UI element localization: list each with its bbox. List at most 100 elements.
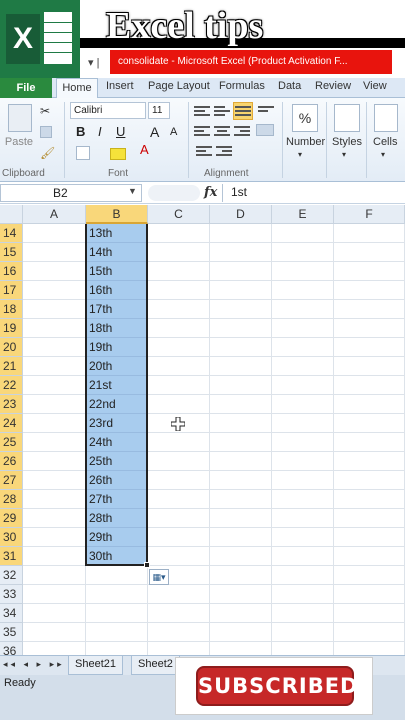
insert-function-button[interactable]: fx [204,185,217,200]
cell[interactable] [210,414,272,433]
cell[interactable] [272,376,334,395]
cell[interactable] [23,243,86,262]
cell[interactable] [148,300,210,319]
quick-access-dropdown-icon[interactable]: ▾ | [80,48,110,76]
row-header[interactable]: 24 [0,414,23,433]
row-header[interactable]: 33 [0,585,23,604]
cell[interactable] [210,471,272,490]
cell[interactable] [334,357,405,376]
cell[interactable] [148,281,210,300]
cell[interactable] [272,566,334,585]
cell[interactable] [272,433,334,452]
cell[interactable] [210,642,272,655]
cell[interactable] [23,395,86,414]
cell[interactable] [23,376,86,395]
cell[interactable] [23,262,86,281]
format-painter-icon[interactable]: 🖌 [40,146,55,160]
cell-b[interactable]: 15th [86,262,148,281]
cell[interactable] [334,604,405,623]
cell[interactable] [23,319,86,338]
cell[interactable] [210,490,272,509]
decrease-indent-icon[interactable] [196,144,212,158]
cell[interactable] [334,281,405,300]
cell[interactable] [210,395,272,414]
cell-b[interactable]: 13th [86,224,148,243]
cell[interactable] [210,509,272,528]
cell-b[interactable]: 19th [86,338,148,357]
cell[interactable] [210,623,272,642]
number-dropdown-icon[interactable]: ▾ [298,150,302,159]
cell[interactable] [23,281,86,300]
cell[interactable] [272,509,334,528]
tab-insert[interactable]: Insert [106,80,134,92]
cell[interactable] [148,452,210,471]
cells-icon[interactable] [374,104,398,132]
fill-color-icon[interactable] [110,148,126,160]
cell[interactable] [210,433,272,452]
cell[interactable] [334,452,405,471]
cell[interactable] [23,357,86,376]
cell[interactable] [210,357,272,376]
cell[interactable] [148,547,210,566]
cell[interactable] [334,395,405,414]
cell[interactable] [23,509,86,528]
row-header[interactable]: 15 [0,243,23,262]
font-size-select[interactable]: 11 [148,102,170,119]
cell[interactable] [23,547,86,566]
cell[interactable] [334,471,405,490]
sheet-tab-sheet2[interactable]: Sheet2 [131,656,180,675]
tab-page-layout[interactable]: Page Layout [148,80,210,92]
tab-data[interactable]: Data [278,80,301,92]
cell[interactable] [148,338,210,357]
cell[interactable] [148,319,210,338]
cell[interactable] [334,547,405,566]
cell[interactable] [86,623,148,642]
cell-b[interactable]: 25th [86,452,148,471]
styles-button[interactable]: Styles [332,136,362,148]
sheet-nav-arrows-icon[interactable]: ◂◂ ◂ ▸ ▸▸ [3,659,65,670]
cell[interactable] [334,243,405,262]
row-header[interactable]: 28 [0,490,23,509]
cell[interactable] [272,262,334,281]
cell[interactable] [334,262,405,281]
cell[interactable] [148,528,210,547]
cell[interactable] [23,623,86,642]
row-header[interactable]: 19 [0,319,23,338]
bold-button[interactable]: B [76,124,85,139]
cell[interactable] [86,642,148,655]
align-right-icon[interactable] [234,124,250,138]
wrap-text-icon[interactable] [233,102,253,120]
cell[interactable] [23,642,86,655]
row-header[interactable]: 14 [0,224,23,243]
number-format-button[interactable]: Number [286,136,325,148]
cells-button[interactable]: Cells [373,136,397,148]
cell[interactable] [148,376,210,395]
underline-button[interactable]: U [116,124,125,139]
cell[interactable] [23,224,86,243]
cell-b[interactable]: 29th [86,528,148,547]
tab-review[interactable]: Review [315,80,351,92]
cell[interactable] [23,566,86,585]
worksheet-grid[interactable]: A B C D E F 14 13th 15 14th 16 15th 17 16th 18 17th 19 18… [0,205,405,655]
column-header-f[interactable]: F [334,205,405,224]
fill-handle[interactable] [144,562,150,568]
cell-b[interactable]: 28th [86,509,148,528]
cell[interactable] [272,338,334,357]
cell[interactable] [23,300,86,319]
autofill-options-icon[interactable]: ▦▾ [149,569,169,585]
cell[interactable] [272,300,334,319]
cell[interactable] [148,642,210,655]
cell[interactable] [334,414,405,433]
formula-input[interactable]: 1st [222,184,405,202]
cell[interactable] [210,338,272,357]
grow-font-button[interactable]: A [150,124,159,140]
cell-b[interactable]: 27th [86,490,148,509]
italic-button[interactable]: I [98,124,102,139]
row-header[interactable]: 16 [0,262,23,281]
cell[interactable] [334,300,405,319]
cell[interactable] [148,509,210,528]
shrink-font-button[interactable]: A [170,126,177,138]
cell[interactable] [210,281,272,300]
cell-b[interactable]: 23rd [86,414,148,433]
cell[interactable] [210,604,272,623]
